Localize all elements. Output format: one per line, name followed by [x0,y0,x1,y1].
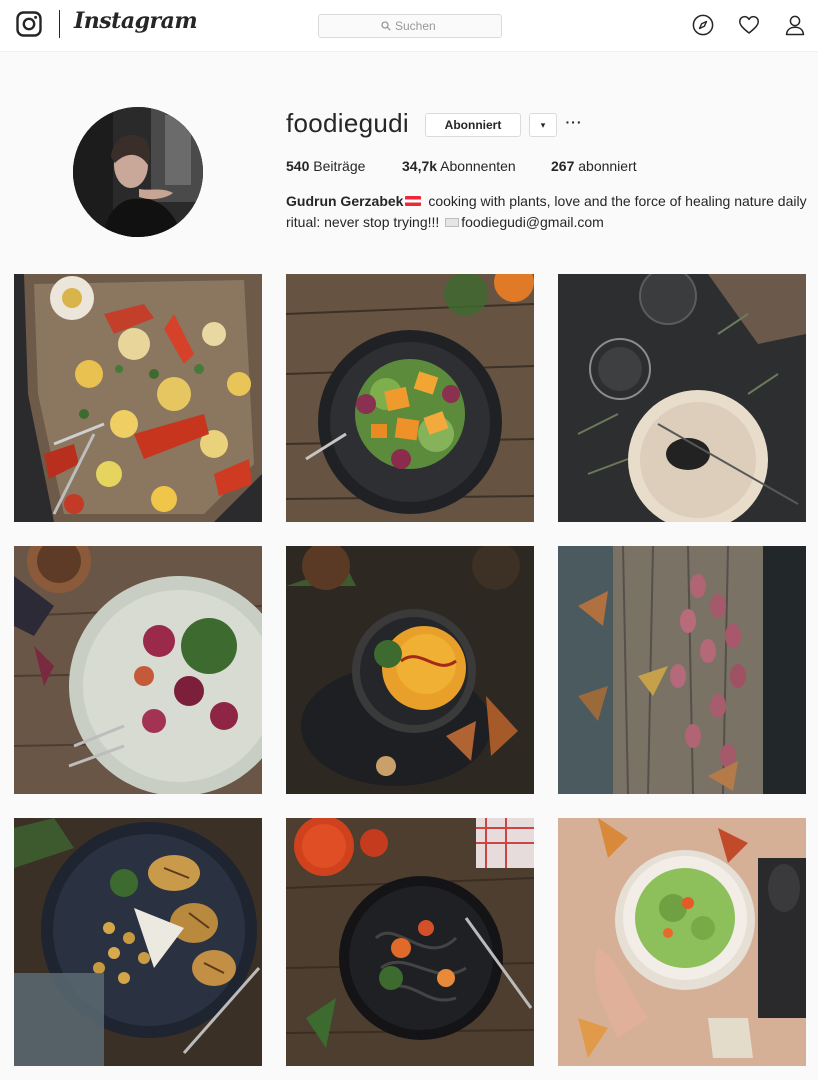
suggestions-dropdown-button[interactable]: ▾ [529,113,557,137]
posts-count: 540 [286,158,310,174]
instagram-wordmark[interactable]: Instagram [74,8,198,34]
green-soup-post[interactable] [558,818,806,1066]
profile-full-name: Gudrun Gerzabek [286,193,404,209]
followers-label: Abonnenten [440,158,516,174]
compass-icon[interactable] [692,14,714,36]
heart-icon[interactable] [738,14,760,36]
roasted-vegetables-post[interactable] [14,274,262,522]
following-stat[interactable]: 267 abonniert [551,158,637,174]
bio-email: foodiegudi@gmail.com [461,214,604,230]
posts-count-stat: 540 Beiträge [286,158,365,174]
more-options-icon[interactable]: ··· [563,114,585,136]
logo-divider [59,10,60,38]
pumpkin-soup-post[interactable] [286,546,534,794]
following-label: abonniert [578,158,637,174]
austria-flag-icon [405,196,422,206]
grilled-eggplant-post[interactable] [14,818,262,1066]
followers-stat[interactable]: 34,7k Abonnenten [402,158,516,174]
instagram-camera-icon[interactable] [16,11,42,37]
black-pasta-post[interactable] [286,818,534,1066]
top-navigation-bar: Instagram [0,0,818,52]
envelope-icon [445,218,460,227]
followers-count: 34,7k [402,158,438,174]
profile-avatar [73,107,203,237]
almonds-wood-post[interactable] [558,546,806,794]
dark-tea-plate-post[interactable] [558,274,806,522]
following-count: 267 [551,158,575,174]
search-input[interactable] [395,19,439,33]
pumpkin-salad-post[interactable] [286,274,534,522]
following-button[interactable]: Abonniert [425,113,521,137]
search-box[interactable] [318,14,502,38]
profile-icon[interactable] [784,14,806,36]
profile-bio: Gudrun Gerzabek cooking with plants, lov… [286,191,808,233]
profile-username: foodiegudi [286,108,409,138]
search-icon [381,21,391,31]
beet-salad-post[interactable] [14,546,262,794]
posts-label: Beiträge [313,158,366,174]
